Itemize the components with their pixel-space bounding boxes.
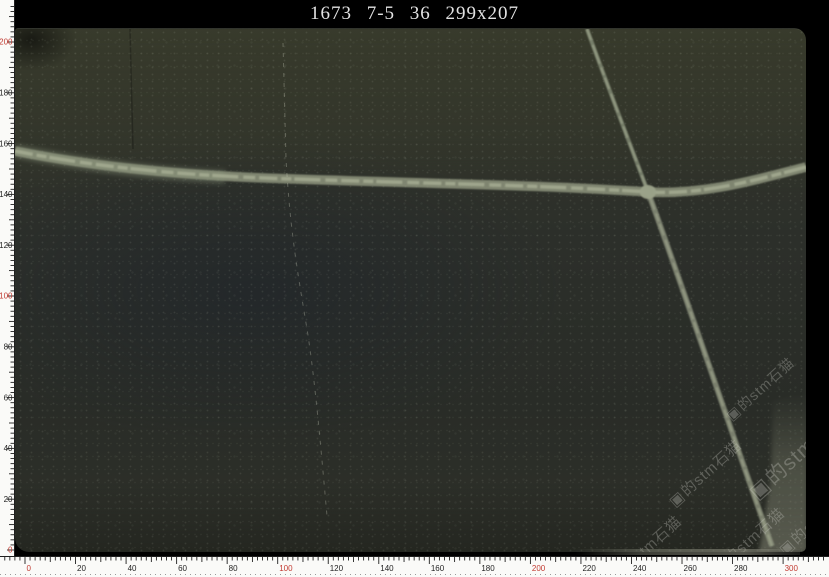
ruler-label: 200 bbox=[532, 564, 546, 573]
ruler-label: 240 bbox=[633, 564, 647, 573]
vertical-ruler-scale: 0 20 40 60 80 100 120 140 160 180 200 bbox=[0, 0, 15, 556]
ruler-label: 40 bbox=[128, 564, 137, 573]
seam-line bbox=[130, 29, 133, 149]
slab-title: 1673 7-5 36 299x207 bbox=[310, 3, 519, 25]
horizontal-ruler-scale: 0 20 40 60 80 100 120 140 160 180 200 220 240 260 280 3… bbox=[0, 556, 829, 577]
ruler-label: 120 bbox=[0, 241, 13, 250]
ruler-label: 0 bbox=[8, 546, 13, 555]
ruler-label: 80 bbox=[4, 343, 13, 352]
horizontal-ruler: 0 20 40 60 80 100 120 140 160 180 200 220 240 260 280 3… bbox=[0, 556, 829, 577]
ruler-label: 280 bbox=[734, 564, 748, 573]
ruler-label: 180 bbox=[481, 564, 495, 573]
ruler-label: 160 bbox=[431, 564, 445, 573]
ruler-label: 40 bbox=[4, 444, 13, 453]
title-bar: 1673 7-5 36 299x207 bbox=[0, 0, 829, 28]
ruler-label: 140 bbox=[380, 564, 394, 573]
scratch-line bbox=[283, 43, 327, 516]
ruler-label: 60 bbox=[178, 564, 187, 573]
ruler-label: 140 bbox=[0, 190, 13, 199]
slab-scan-viewer: 1673 7-5 36 299x207 bbox=[0, 0, 829, 577]
ruler-label: 160 bbox=[0, 139, 13, 148]
ruler-label: 300 bbox=[785, 564, 799, 573]
ruler-label: 80 bbox=[229, 564, 238, 573]
ruler-label: 20 bbox=[77, 564, 86, 573]
ruler-label: 100 bbox=[279, 564, 293, 573]
ruler-label: 260 bbox=[684, 564, 698, 573]
table-edge-sliver bbox=[575, 549, 800, 555]
ruler-label: 220 bbox=[582, 564, 596, 573]
ruler-label: 0 bbox=[27, 564, 32, 573]
ruler-label: 120 bbox=[330, 564, 344, 573]
ruler-label: 60 bbox=[4, 393, 13, 402]
ruler-label: 200 bbox=[0, 38, 13, 47]
vein-intersection bbox=[640, 185, 656, 199]
slab-image: ▣的stm石猫▣的stm石猫▣的stm石猫▣的stm石猫▣的stm石猫▣的stm… bbox=[15, 28, 806, 552]
ruler-label: 20 bbox=[4, 495, 13, 504]
ruler-label: 100 bbox=[0, 292, 13, 301]
vertical-ruler: 0 20 40 60 80 100 120 140 160 180 200 bbox=[0, 0, 15, 556]
ruler-label: 180 bbox=[0, 89, 13, 98]
